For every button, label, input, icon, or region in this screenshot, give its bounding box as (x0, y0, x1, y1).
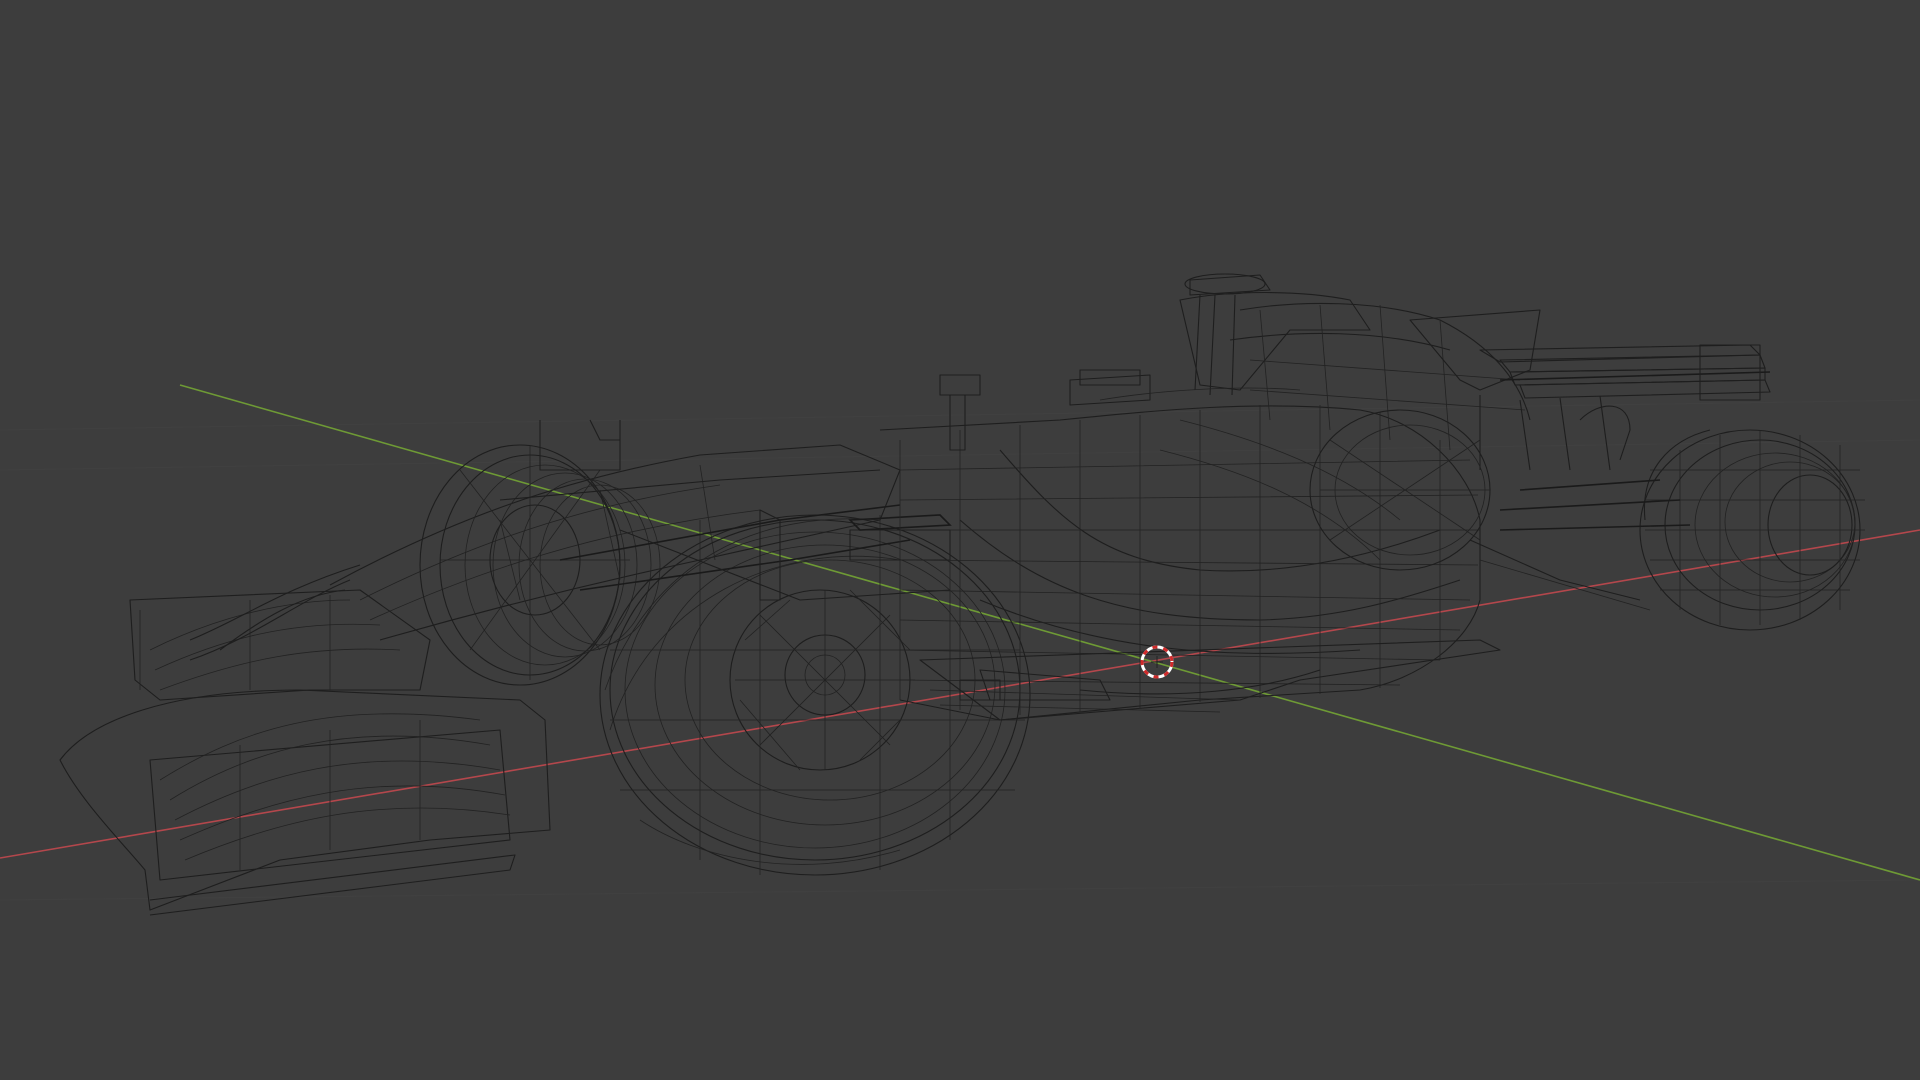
y-axis-line (179, 384, 1920, 881)
rear-suspension[interactable] (1469, 479, 1691, 611)
chassis-body[interactable] (879, 405, 1481, 721)
wheel-rear-left[interactable] (1309, 409, 1491, 571)
front-suspension[interactable] (499, 469, 952, 601)
wheel-rear-right[interactable] (1639, 429, 1865, 631)
3d-viewport[interactable] (0, 0, 1920, 1080)
car-wireframe-model[interactable] (59, 273, 1865, 916)
